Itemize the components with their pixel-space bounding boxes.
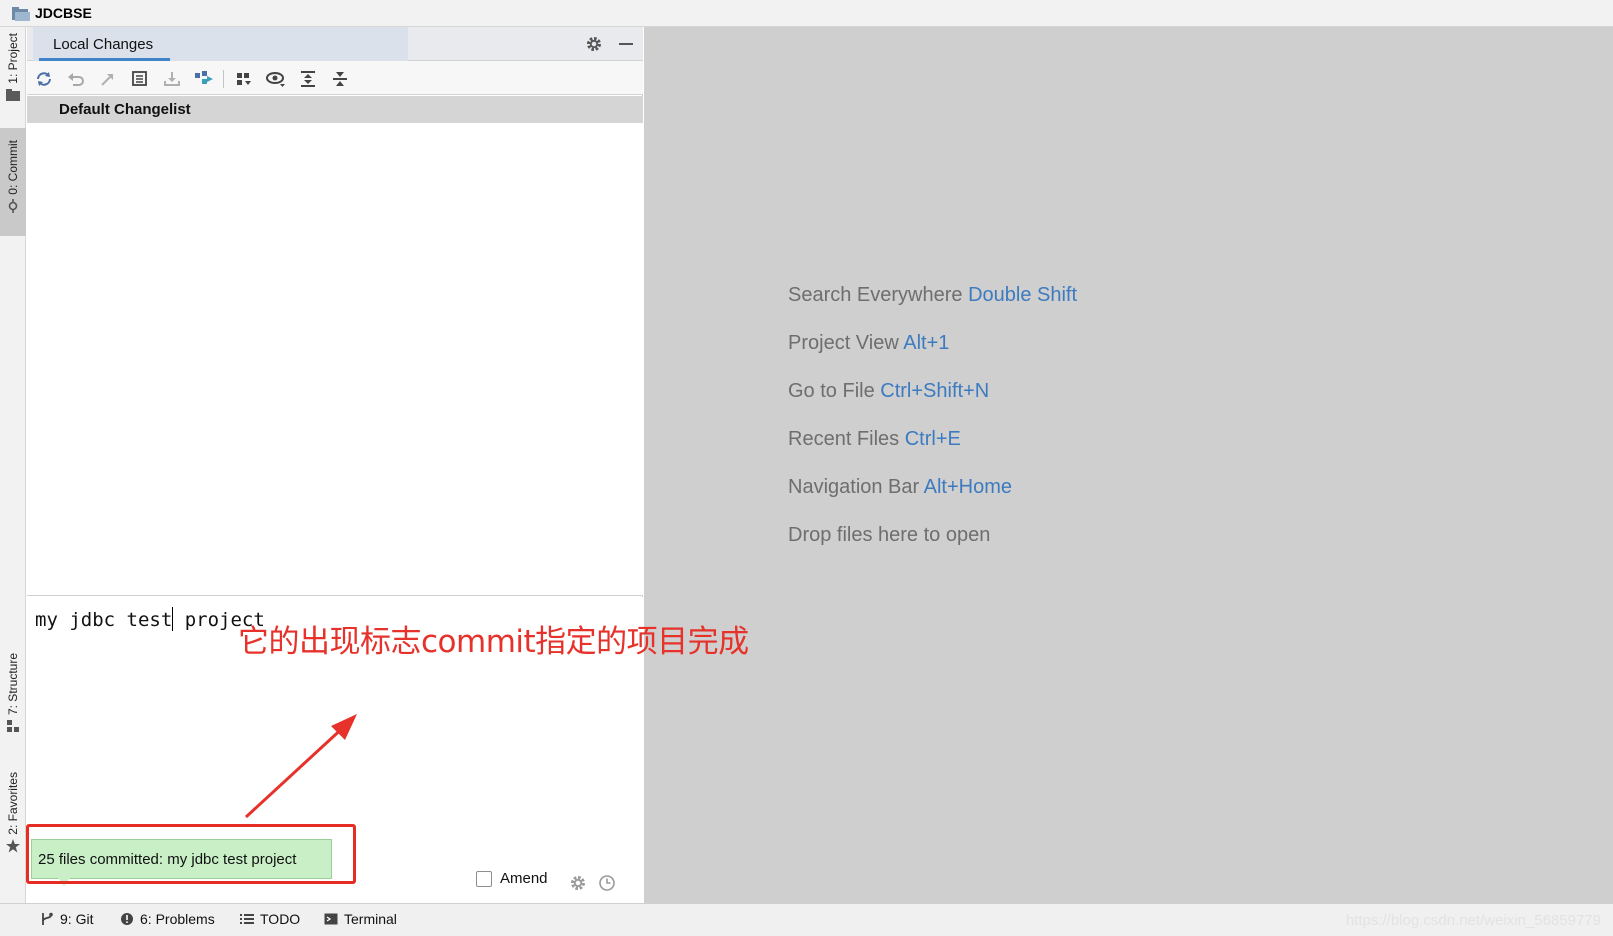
hint-text: Search Everywhere	[788, 284, 963, 306]
tool-tab-favorites-label: 2: Favorites	[6, 772, 20, 835]
status-problems[interactable]: 6: Problems	[120, 911, 215, 927]
ide-window: JDCBSE 1: Project 0: Commit 7: Structure…	[0, 0, 1613, 936]
status-bar: 9: Git 6: Problems TODO Terminal https:/…	[0, 903, 1613, 936]
amend-row[interactable]: Amend	[476, 870, 548, 887]
amend-label: Amend	[500, 870, 548, 887]
star-icon	[6, 838, 20, 853]
show-diff-icon[interactable]	[129, 68, 151, 90]
todo-list-icon	[240, 912, 254, 926]
hint-text: Navigation Bar	[788, 476, 920, 498]
watermark-text: https://blog.csdn.net/weixin_56859779	[1345, 912, 1601, 929]
changes-tree[interactable]	[27, 123, 643, 596]
commit-icon	[6, 198, 20, 213]
hint-navigation-bar: Navigation Bar Alt+Home	[788, 475, 1077, 499]
commit-tool-window: Local Changes Default Changelist my jdbc…	[27, 27, 643, 903]
default-changelist-row[interactable]: Default Changelist	[27, 96, 643, 123]
collapse-all-icon[interactable]	[329, 68, 351, 90]
changelist-name: Default Changelist	[59, 101, 191, 118]
hint-text: Go to File	[788, 380, 875, 402]
tool-tab-commit[interactable]: 0: Commit	[0, 128, 26, 236]
amend-checkbox[interactable]	[476, 870, 492, 887]
status-terminal-label: Terminal	[344, 911, 397, 927]
shelve-icon[interactable]	[161, 68, 183, 90]
hint-key: Alt+1	[903, 332, 950, 354]
commit-toolbar	[27, 61, 643, 95]
title-bar: JDCBSE	[0, 0, 1613, 27]
folder-icon	[6, 88, 20, 102]
minimize-icon[interactable]	[617, 35, 635, 53]
tab-local-changes[interactable]: Local Changes	[33, 27, 408, 61]
hint-key: Ctrl+Shift+N	[880, 380, 990, 402]
hint-key: Alt+Home	[923, 476, 1013, 498]
hint-drop-files: Drop files here to open	[788, 523, 1077, 547]
settings-gear-icon[interactable]	[585, 35, 603, 53]
hint-text: Recent Files	[788, 428, 900, 450]
hint-go-to-file: Go to File Ctrl+Shift+N	[788, 379, 1077, 403]
structure-icon	[6, 719, 20, 733]
hint-project-view: Project View Alt+1	[788, 331, 1077, 355]
rollback-icon[interactable]	[65, 68, 87, 90]
commit-message-text: my jdbc test project	[35, 606, 265, 631]
tab-local-changes-label: Local Changes	[53, 36, 154, 53]
commit-options-gear-icon[interactable]	[569, 874, 587, 892]
history-clock-icon[interactable]	[598, 874, 616, 892]
panel-header: Local Changes	[27, 27, 643, 61]
tool-tab-project[interactable]: 1: Project	[0, 33, 26, 123]
git-branch-icon	[40, 912, 54, 926]
annotation-highlight-box	[26, 824, 356, 884]
refresh-icon[interactable]	[33, 68, 55, 90]
toolbar-separator	[223, 70, 224, 88]
hint-search-everywhere: Search Everywhere Double Shift	[788, 283, 1077, 307]
tool-tab-structure-label: 7: Structure	[6, 653, 20, 716]
status-git[interactable]: 9: Git	[40, 911, 93, 927]
group-by-icon[interactable]	[233, 68, 255, 90]
hint-key: Ctrl+E	[904, 428, 961, 450]
hint-recent-files: Recent Files Ctrl+E	[788, 427, 1077, 451]
left-tool-strip: 1: Project 0: Commit 7: Structure 2: Fav…	[0, 27, 26, 903]
hint-key: Double Shift	[968, 284, 1078, 306]
hint-text: Project View	[788, 332, 899, 354]
editor-empty-area[interactable]: Search Everywhere Double Shift Project V…	[644, 27, 1613, 903]
status-git-label: 9: Git	[60, 911, 94, 927]
tool-tab-project-label: 1: Project	[6, 33, 20, 84]
terminal-icon	[324, 912, 338, 926]
status-terminal[interactable]: Terminal	[324, 911, 397, 927]
commit-message-head: my jdbc test	[35, 609, 173, 631]
expand-all-icon[interactable]	[297, 68, 319, 90]
unversioned-files-icon[interactable]	[193, 68, 215, 90]
tool-tab-commit-label: 0: Commit	[6, 140, 20, 195]
view-options-eye-icon[interactable]	[265, 68, 287, 90]
problems-icon	[120, 912, 134, 926]
annotation-text: 它的出现标志commit指定的项目完成	[238, 624, 749, 660]
hint-text: Drop files here to open	[788, 524, 991, 546]
tool-tab-favorites[interactable]: 2: Favorites	[0, 772, 26, 867]
status-problems-label: 6: Problems	[140, 911, 215, 927]
status-todo-label: TODO	[260, 911, 301, 927]
status-todo[interactable]: TODO	[240, 911, 300, 927]
window-title: JDCBSE	[35, 5, 92, 21]
move-to-changelist-icon[interactable]	[97, 68, 119, 90]
tool-tab-structure[interactable]: 7: Structure	[0, 653, 26, 748]
project-folder-icon	[12, 6, 30, 21]
editor-hints: Search Everywhere Double Shift Project V…	[788, 283, 1077, 571]
